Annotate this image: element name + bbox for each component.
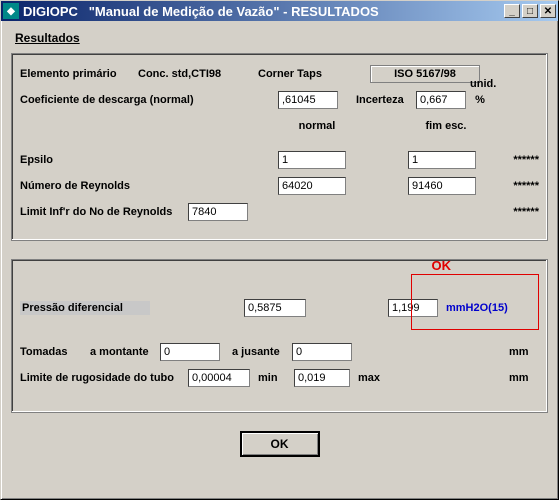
iso-box: ISO 5167/98 — [370, 65, 480, 83]
montante-label: a montante — [90, 346, 160, 358]
epsilo-fim-field[interactable] — [408, 151, 476, 169]
minimize-button[interactable]: _ — [504, 4, 520, 18]
app-icon: ◆ — [3, 3, 19, 19]
elemento-label: Elemento primário — [20, 68, 138, 80]
pdiff-label: Pressão diferencial — [20, 301, 150, 315]
elemento-value: Conc. std,CTI98 — [138, 68, 258, 80]
pdiff-normal-field[interactable] — [244, 299, 306, 317]
reynolds-stars: ****** — [513, 180, 539, 192]
max-label: max — [358, 372, 394, 384]
montante-field[interactable] — [160, 343, 220, 361]
rugos-max-field[interactable] — [294, 369, 350, 387]
close-button[interactable]: ✕ — [540, 4, 556, 18]
window-controls: _ □ ✕ — [504, 4, 556, 18]
group-secondary: OK Pressão diferencial mmH2O(15) Tomadas… — [11, 259, 548, 413]
corner-taps-label: Corner Taps — [258, 68, 370, 80]
button-bar: OK — [11, 431, 548, 457]
titlebar: ◆ DIGIOPC "Manual de Medição de Vazão" -… — [1, 1, 558, 21]
ok-button[interactable]: OK — [240, 431, 320, 457]
rugos-unit: mm — [509, 372, 539, 384]
pdiff-unit: mmH2O(15) — [446, 302, 508, 314]
coef-field[interactable] — [278, 91, 338, 109]
tomadas-unit: mm — [509, 346, 539, 358]
epsilo-stars: ****** — [513, 154, 539, 166]
client-area: Resultados Elemento primário Conc. std,C… — [1, 21, 558, 465]
group-primary: Elemento primário Conc. std,CTI98 Corner… — [11, 53, 548, 241]
jusante-field[interactable] — [292, 343, 352, 361]
incerteza-unit: % — [475, 94, 485, 106]
incerteza-label: Incerteza — [356, 94, 416, 106]
limit-field[interactable] — [188, 203, 248, 221]
reynolds-label: Número de Reynolds — [20, 180, 278, 192]
rugos-label: Limite de rugosidade do tubo — [20, 372, 188, 384]
epsilo-normal-field[interactable] — [278, 151, 346, 169]
unid-label: unid. — [470, 78, 496, 90]
title-app: DIGIOPC — [23, 4, 78, 19]
results-window: ◆ DIGIOPC "Manual de Medição de Vazão" -… — [0, 0, 559, 500]
window-title: DIGIOPC "Manual de Medição de Vazão" - R… — [23, 4, 504, 19]
incerteza-field[interactable] — [416, 91, 466, 109]
jusante-label: a jusante — [232, 346, 292, 358]
coef-label: Coeficiente de descarga (normal) — [20, 94, 278, 106]
title-doc: "Manual de Medição de Vazão" — [89, 4, 280, 19]
title-suffix: - RESULTADOS — [283, 4, 379, 19]
limit-stars: ****** — [513, 206, 539, 218]
maximize-button[interactable]: □ — [522, 4, 538, 18]
epsilo-label: Epsilo — [20, 154, 278, 166]
reynolds-normal-field[interactable] — [278, 177, 346, 195]
pdiff-fim-field[interactable] — [388, 299, 438, 317]
section-title: Resultados — [15, 31, 548, 45]
reynolds-fim-field[interactable] — [408, 177, 476, 195]
rugos-min-field[interactable] — [188, 369, 250, 387]
min-label: min — [258, 372, 294, 384]
normal-header: normal — [278, 120, 356, 132]
fimesc-header: fim esc. — [416, 120, 476, 132]
limit-label: Limit Inf'r do No de Reynolds — [20, 206, 188, 218]
tomadas-label: Tomadas — [20, 346, 90, 358]
